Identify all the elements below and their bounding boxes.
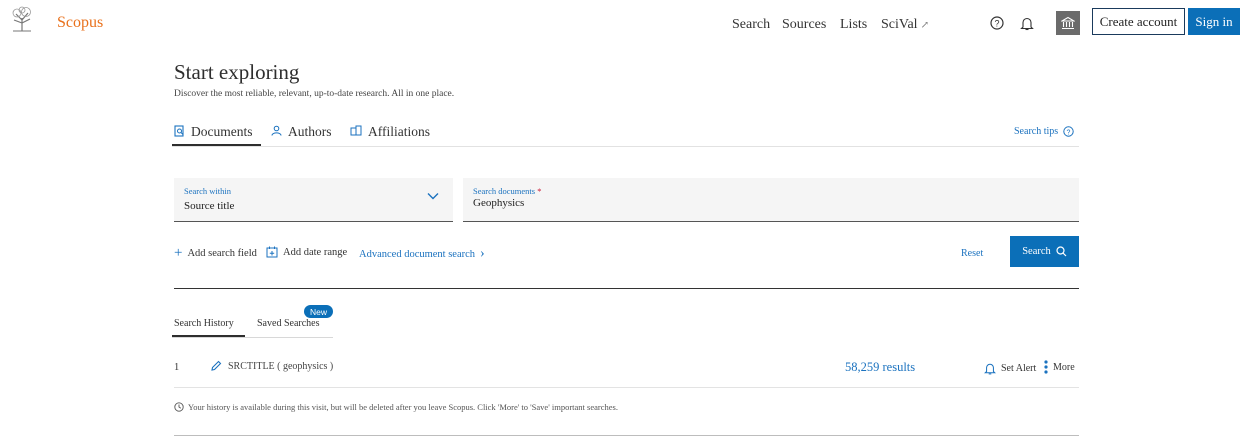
tab-authors[interactable]: Authors bbox=[271, 124, 332, 140]
add-date-range-label: Add date range bbox=[283, 246, 348, 258]
help-circle-icon: ? bbox=[1063, 126, 1074, 137]
search-documents-input[interactable] bbox=[473, 197, 1033, 209]
vertical-dots-icon bbox=[1044, 360, 1048, 374]
pencil-icon[interactable] bbox=[210, 360, 222, 372]
search-button[interactable]: Search bbox=[1010, 236, 1079, 267]
search-button-label: Search bbox=[1022, 246, 1051, 257]
search-documents-field[interactable]: Search documents * bbox=[463, 178, 1079, 222]
search-icon bbox=[1056, 246, 1067, 257]
scopus-brand-link[interactable]: Scopus bbox=[57, 14, 103, 32]
section-divider bbox=[174, 288, 1079, 289]
page-title: Start exploring bbox=[174, 60, 300, 84]
nav-sources[interactable]: Sources bbox=[782, 17, 826, 33]
more-button[interactable]: More bbox=[1044, 360, 1075, 374]
search-within-label: Search within bbox=[184, 186, 231, 196]
building-icon bbox=[350, 125, 362, 139]
tab-affiliations[interactable]: Affiliations bbox=[350, 124, 430, 140]
set-alert-label: Set Alert bbox=[1001, 363, 1037, 374]
search-documents-label-text: Search documents bbox=[473, 186, 536, 196]
nav-scival[interactable]: SciVal ↗ bbox=[881, 17, 929, 33]
set-alert-button[interactable]: Set Alert bbox=[984, 362, 1036, 375]
required-marker: * bbox=[537, 186, 542, 196]
add-search-field-button[interactable]: + Add search field bbox=[174, 246, 257, 261]
tab-affiliations-label: Affiliations bbox=[368, 124, 430, 139]
search-documents-label: Search documents * bbox=[473, 186, 541, 196]
chevron-down-icon bbox=[427, 193, 439, 200]
create-account-button[interactable]: Create account bbox=[1092, 8, 1185, 35]
tab-search-history[interactable]: Search History bbox=[174, 318, 234, 329]
search-within-select[interactable]: Search within Source title bbox=[174, 178, 453, 222]
row-divider bbox=[174, 387, 1079, 388]
advanced-search-label: Advanced document search bbox=[359, 248, 476, 260]
more-label: More bbox=[1053, 361, 1075, 373]
institution-icon bbox=[1061, 16, 1075, 30]
svg-text:?: ? bbox=[994, 19, 999, 29]
new-badge: New bbox=[304, 305, 333, 318]
history-results-link[interactable]: 58,259 results bbox=[845, 360, 915, 375]
history-row-number: 1 bbox=[174, 362, 180, 373]
tab-saved-searches[interactable]: Saved Searches bbox=[257, 318, 319, 329]
institution-button[interactable] bbox=[1056, 11, 1080, 35]
page-subtitle: Discover the most reliable, relevant, up… bbox=[174, 89, 455, 99]
history-query: SRCTITLE ( geophysics ) bbox=[228, 361, 334, 372]
chevron-right-icon: › bbox=[480, 246, 485, 261]
elsevier-tree-logo bbox=[12, 6, 31, 32]
advanced-search-link[interactable]: Advanced document search › bbox=[359, 246, 485, 262]
search-tips-link[interactable]: Search tips ? bbox=[1014, 126, 1074, 137]
clock-icon bbox=[174, 402, 184, 412]
tab-documents[interactable]: Documents bbox=[174, 124, 253, 140]
bottom-divider bbox=[174, 435, 1079, 436]
tab-divider bbox=[172, 146, 1079, 147]
external-link-icon: ↗ bbox=[920, 20, 929, 31]
nav-search[interactable]: Search bbox=[732, 17, 770, 33]
sign-in-button[interactable]: Sign in bbox=[1188, 8, 1240, 35]
add-search-field-label: Add search field bbox=[187, 248, 257, 259]
calendar-add-icon bbox=[266, 246, 278, 258]
history-note-text: Your history is available during this vi… bbox=[188, 402, 618, 412]
add-date-range-button[interactable]: Add date range bbox=[266, 246, 347, 258]
help-icon[interactable]: ? bbox=[986, 12, 1008, 34]
tab-authors-label: Authors bbox=[288, 124, 332, 139]
plus-icon: + bbox=[174, 245, 183, 261]
search-tips-label: Search tips bbox=[1014, 126, 1059, 137]
history-tab-divider bbox=[172, 337, 333, 338]
bell-icon[interactable] bbox=[1016, 12, 1038, 34]
nav-lists[interactable]: Lists bbox=[840, 17, 867, 33]
bell-icon bbox=[984, 363, 996, 375]
svg-text:?: ? bbox=[1067, 129, 1071, 136]
history-note: Your history is available during this vi… bbox=[174, 402, 618, 412]
document-search-icon bbox=[174, 124, 185, 140]
reset-button[interactable]: Reset bbox=[961, 248, 983, 259]
tab-documents-label: Documents bbox=[191, 124, 253, 139]
nav-scival-label: SciVal bbox=[881, 17, 918, 32]
person-icon bbox=[271, 125, 282, 139]
